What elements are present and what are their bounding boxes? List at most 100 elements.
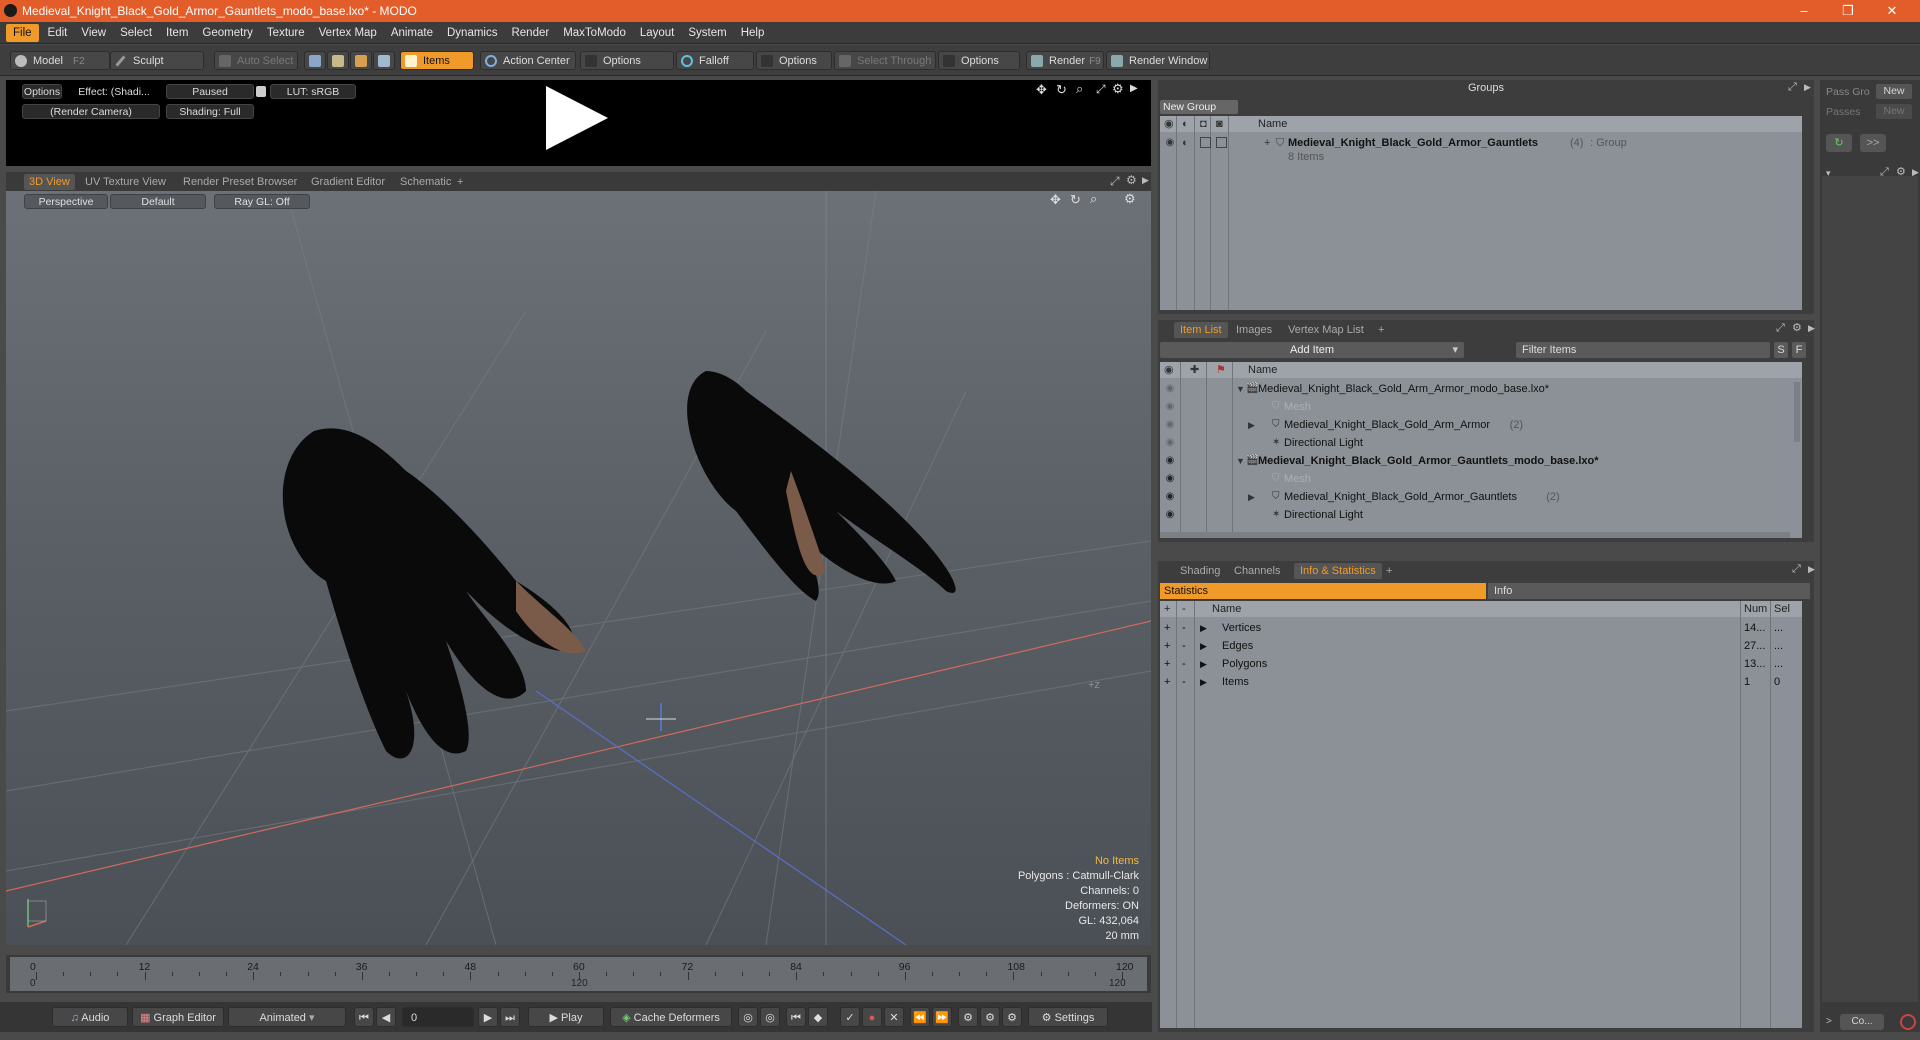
menu-file[interactable]: File <box>6 24 39 42</box>
group-row[interactable]: ◉ ◐ + ⛉ Medieval_Knight_Black_Gold_Armor… <box>1160 134 1800 152</box>
tab-shading[interactable]: Shading <box>1174 563 1226 579</box>
item-row[interactable]: ◉ ✶ Directional Light <box>1160 506 1790 524</box>
row-arrow-icon[interactable]: ▶ <box>1200 655 1207 673</box>
minimize-button[interactable]: – <box>1782 0 1826 22</box>
render-camera-dropdown[interactable]: (Render Camera) <box>22 104 160 119</box>
vertices-mode-button[interactable] <box>304 51 326 70</box>
tab-uv-texture-view[interactable]: UV Texture View <box>80 174 171 190</box>
animated-dropdown[interactable]: Animated ▾ <box>228 1007 346 1027</box>
row-collapse-icon[interactable]: - <box>1182 673 1186 691</box>
menu-help[interactable]: Help <box>734 22 772 44</box>
materials-mode-button[interactable] <box>373 51 395 70</box>
item-visibility-icon[interactable]: ◉ <box>1164 455 1176 467</box>
item-visibility-icon[interactable]: ◉ <box>1164 473 1176 485</box>
go-start-button[interactable]: ⏮ <box>354 1007 374 1027</box>
audio-button[interactable]: ♫ Audio <box>52 1007 128 1027</box>
expand-all-icon[interactable]: + <box>1164 601 1170 617</box>
info-tab[interactable]: Info <box>1488 583 1810 599</box>
item-row[interactable]: ◉ ⛉ Mesh <box>1160 398 1790 416</box>
delete-key-button[interactable]: ✕ <box>884 1007 904 1027</box>
render-window-button[interactable]: Render Window <box>1106 51 1210 70</box>
row-arrow-icon[interactable]: ▶ <box>1200 637 1207 655</box>
item-row[interactable]: ◉ ✶ Directional Light <box>1160 434 1790 452</box>
item-row[interactable]: ◉ ▶ ⛉ Medieval_Knight_Black_Gold_Arm_Armor (… <box>1160 416 1790 434</box>
item-list-arrow-icon[interactable]: ▶ <box>1808 323 1815 334</box>
item-visibility-icon[interactable]: ◉ <box>1164 509 1176 521</box>
set-key-button[interactable]: ◆ <box>808 1007 828 1027</box>
move-icon[interactable]: ✥ <box>1036 82 1047 98</box>
row-arrow-icon[interactable]: ▶ <box>1200 619 1207 637</box>
item-visibility-icon[interactable]: ◉ <box>1164 383 1176 395</box>
more-pass-button[interactable]: >> <box>1860 134 1886 152</box>
add-tab-button[interactable]: + <box>452 174 468 190</box>
falloff-options-button[interactable]: Options <box>756 51 832 70</box>
channel-tool-button-3[interactable]: ⚙ <box>1002 1007 1022 1027</box>
next-keyframe-button[interactable]: ⏩ <box>932 1007 952 1027</box>
expand-arrow-icon[interactable]: ▶ <box>1130 83 1138 94</box>
rotate-icon[interactable]: ↻ <box>1056 82 1067 98</box>
horizontal-scrollbar[interactable] <box>1160 532 1790 538</box>
preview-paused-toggle[interactable]: Paused <box>166 84 254 99</box>
3d-viewport[interactable]: Perspective Default Ray GL: Off ✥ ↻ ⌕ ⚙ … <box>6 191 1151 945</box>
maximize-viewport-icon[interactable]: ⤢ <box>1110 174 1120 189</box>
select-through-button[interactable]: Select Through <box>834 51 936 70</box>
groups-expand-icon[interactable]: ⤢ <box>1788 81 1797 94</box>
default-dropdown[interactable]: Default <box>110 194 206 209</box>
new-pass-group-button[interactable]: New <box>1876 84 1912 99</box>
items-mode-button[interactable]: Items <box>400 51 474 70</box>
expand-arrow-icon[interactable]: ▶ <box>1248 416 1255 434</box>
polygons-mode-button[interactable] <box>350 51 372 70</box>
filter-f-button[interactable]: F <box>1792 342 1806 358</box>
select-through-options-button[interactable]: Options <box>938 51 1020 70</box>
edges-mode-button[interactable] <box>327 51 349 70</box>
render-button[interactable]: Render F9 <box>1026 51 1104 70</box>
graph-editor-button[interactable]: ▦ Graph Editor <box>132 1007 224 1027</box>
menu-item[interactable]: Item <box>159 22 195 44</box>
tab-schematic[interactable]: Schematic <box>395 174 456 190</box>
perspective-dropdown[interactable]: Perspective <box>24 194 108 209</box>
expand-arrow-icon[interactable]: ▶ <box>1248 488 1255 506</box>
tab-images[interactable]: Images <box>1230 322 1278 338</box>
new-group-button[interactable]: New Group <box>1160 100 1238 114</box>
menu-layout[interactable]: Layout <box>633 22 682 44</box>
next-frame-button[interactable]: ▶ <box>478 1007 498 1027</box>
tab-vertex-map-list[interactable]: Vertex Map List <box>1282 322 1370 338</box>
menu-maxtomodo[interactable]: MaxToModo <box>556 22 633 44</box>
close-button[interactable]: ✕ <box>1870 0 1914 22</box>
collapse-arrow-icon[interactable]: ▼ <box>1236 452 1245 470</box>
tab-item-list[interactable]: Item List <box>1174 322 1228 338</box>
item-visibility-icon[interactable]: ◉ <box>1164 437 1176 449</box>
item-row[interactable]: ◉ ▼ 🎬 Medieval_Knight_Black_Gold_Arm_Armor_… <box>1160 380 1790 398</box>
item-list-gear-icon[interactable]: ⚙ <box>1792 321 1802 334</box>
collapse-all-icon[interactable]: - <box>1182 601 1186 617</box>
action-center-button[interactable]: Action Center <box>480 51 576 70</box>
menu-dynamics[interactable]: Dynamics <box>440 22 504 44</box>
key-tool-button-1[interactable]: ◎ <box>738 1007 758 1027</box>
cache-deformers-button[interactable]: ◈ Cache Deformers <box>610 1007 732 1027</box>
viewport-settings-icon[interactable]: ⚙ <box>1124 191 1136 207</box>
row-arrow-icon[interactable]: ▶ <box>1200 673 1207 691</box>
action-center-options-button[interactable]: Options <box>580 51 674 70</box>
add-item-dropdown[interactable]: Add Item ▾ <box>1160 342 1464 358</box>
groups-menu-arrow-icon[interactable]: ▶ <box>1804 82 1811 93</box>
group-expand-icon[interactable]: + <box>1264 134 1270 152</box>
gear-icon[interactable]: ⚙ <box>1112 81 1124 97</box>
timeline[interactable]: 0 12 24 36 48 60 72 84 96 108 120 0 120 120 <box>6 955 1151 993</box>
row-expand-icon[interactable]: + <box>1164 655 1170 673</box>
group-lock-checkbox[interactable] <box>1200 137 1211 148</box>
filter-items-input[interactable]: Filter Items <box>1516 342 1770 358</box>
zoom-icon[interactable]: ⌕ <box>1076 81 1083 97</box>
viewport-gear-icon[interactable]: ⚙ <box>1126 173 1137 187</box>
prev-keyframe-button[interactable]: ⏪ <box>910 1007 930 1027</box>
menu-geometry[interactable]: Geometry <box>195 22 260 44</box>
item-list-expand-icon[interactable]: ⤢ <box>1776 322 1785 335</box>
item-row[interactable]: ◉ ⛉ Mesh <box>1160 470 1790 488</box>
prev-frame-button[interactable]: ◀ <box>376 1007 396 1027</box>
item-row[interactable]: ◉ ▶ ⛉ Medieval_Knight_Black_Gold_Armor_Gaun… <box>1160 488 1790 506</box>
menu-texture[interactable]: Texture <box>260 22 312 44</box>
frame-input[interactable]: 0 <box>402 1007 474 1027</box>
menu-animate[interactable]: Animate <box>384 22 440 44</box>
row-collapse-icon[interactable]: - <box>1182 619 1186 637</box>
preview-effect-dropdown[interactable]: Effect: (Shadi... <box>68 84 160 99</box>
channel-tool-button-1[interactable]: ⚙ <box>958 1007 978 1027</box>
